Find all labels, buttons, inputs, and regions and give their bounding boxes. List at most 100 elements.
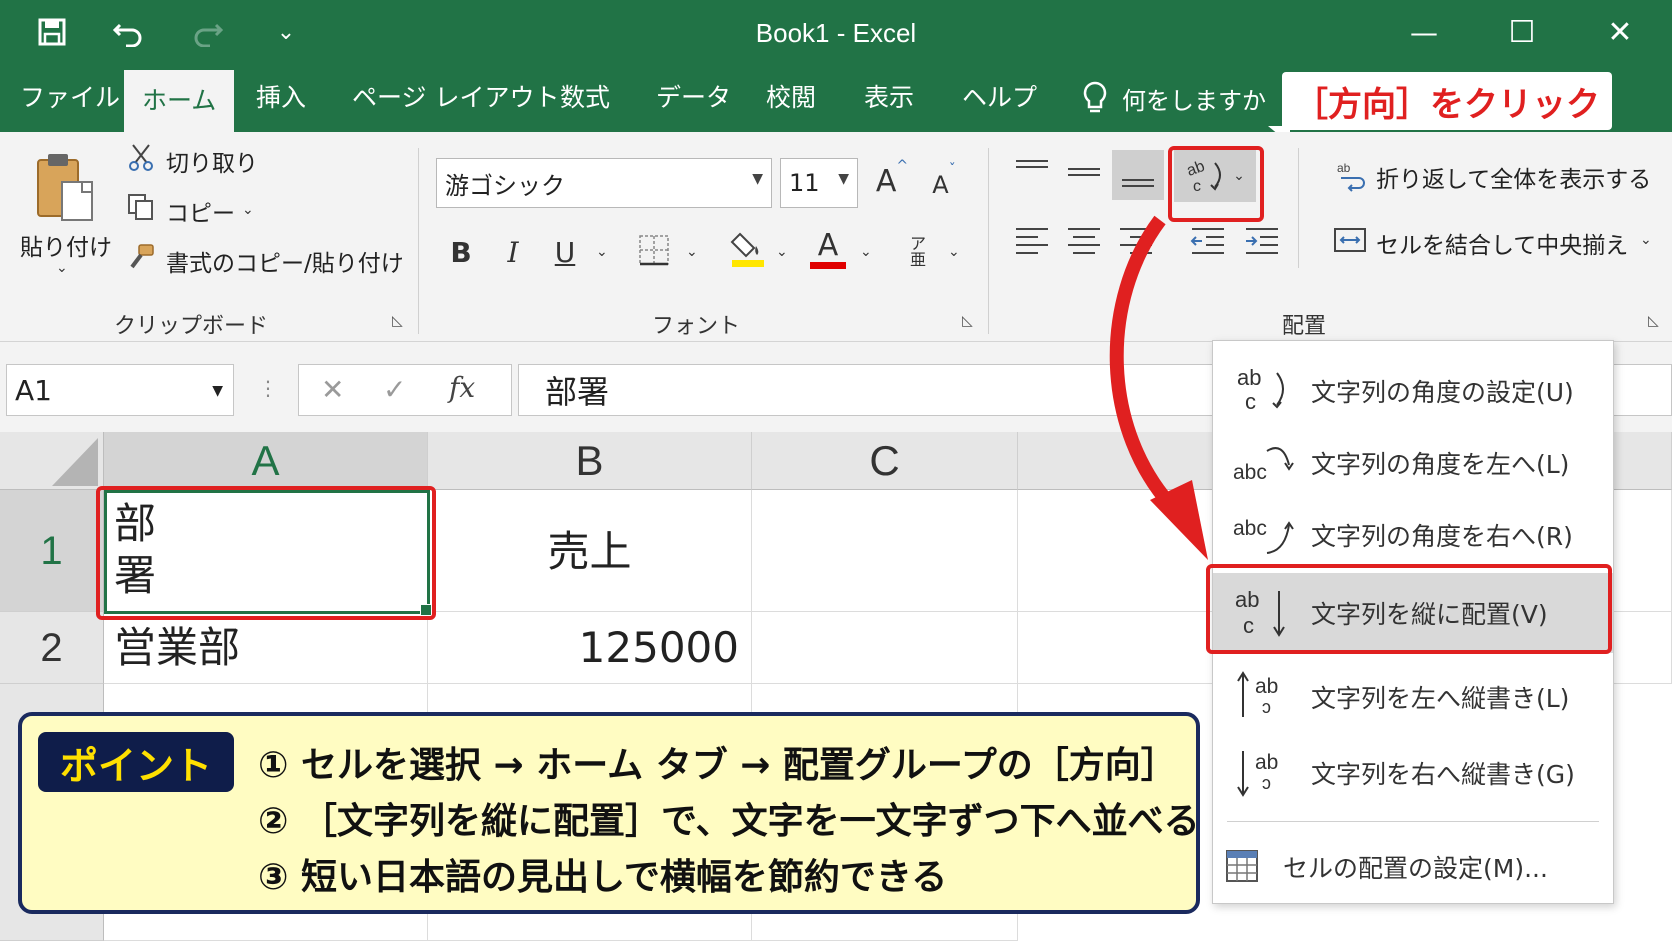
paste-dropdown-icon[interactable]: ⌄ (56, 260, 68, 276)
column-header-c[interactable]: C (752, 432, 1018, 490)
column-header-b[interactable]: B (428, 432, 752, 490)
row-header-1[interactable]: 1 (0, 490, 104, 612)
tab-home[interactable]: ホーム (124, 70, 235, 132)
fill-color-dropdown-icon[interactable]: ⌄ (776, 244, 788, 260)
tab-insert[interactable]: 挿入 (256, 78, 306, 118)
cut-icon[interactable] (126, 142, 156, 172)
name-box[interactable]: A1 ▼ (6, 364, 234, 416)
top-align-icon[interactable] (1012, 152, 1052, 192)
font-name-value: 游ゴシック (445, 171, 565, 200)
svg-text:ab: ab (1237, 365, 1261, 390)
shrink-font-button[interactable]: Aˇ (924, 162, 964, 208)
fill-color-icon[interactable] (728, 228, 768, 268)
rotate-up-icon: abc (1237, 671, 1278, 719)
font-size-combo[interactable]: 11 ▼ (780, 158, 858, 208)
middle-align-icon[interactable] (1064, 152, 1104, 192)
wrap-text-button[interactable]: 折り返して全体を表示する (1376, 160, 1651, 194)
italic-button[interactable]: I (498, 230, 528, 274)
ribbon-home: 貼り付け ⌄ 切り取り コピー ⌄ 書式のコピー/貼り付け クリップボード ◺ … (0, 132, 1672, 342)
menu-item-rotate-up[interactable]: ab c 文字列を左へ縦書き(L) (1213, 661, 1613, 733)
tab-review[interactable]: 校閲 (766, 78, 816, 118)
underline-dropdown-icon[interactable]: ⌄ (596, 244, 608, 260)
ribbon-separator (418, 148, 419, 334)
insert-function-button[interactable]: fx (449, 371, 475, 404)
cell-b2[interactable]: 125000 (428, 612, 752, 684)
row-header-2[interactable]: 2 (0, 612, 104, 684)
menu-item-angle-left[interactable]: abc 文字列の角度を左へ(L) (1213, 427, 1613, 499)
font-name-combo[interactable]: 游ゴシック ▼ (436, 158, 772, 208)
confirm-entry-icon[interactable]: ✓ (383, 373, 406, 406)
tab-formulas[interactable]: 数式 (560, 78, 610, 118)
cell-a1-highlight (96, 486, 436, 620)
format-painter-button[interactable]: 書式のコピー/貼り付け (166, 244, 404, 278)
borders-icon[interactable] (636, 232, 672, 268)
tell-me-search[interactable]: 何をしますか (1082, 78, 1266, 118)
menu-item-label: 文字列の角度を左へ(L) (1311, 450, 1570, 479)
paste-button[interactable]: 貼り付け (20, 228, 112, 262)
merge-dropdown-icon[interactable]: ⌄ (1640, 232, 1652, 248)
font-color-button[interactable]: A (810, 226, 846, 272)
point-line-3: ③ 短い日本語の見出しで横幅を節約できる (258, 857, 948, 898)
grow-font-button[interactable]: A ^ (872, 158, 912, 204)
clipboard-launcher-icon[interactable]: ◺ (392, 312, 410, 330)
paste-icon[interactable] (30, 150, 100, 226)
menu-item-label: 文字列を右へ縦書き(G) (1311, 760, 1575, 789)
bottom-align-icon[interactable] (1112, 150, 1164, 200)
cut-button[interactable]: 切り取り (166, 144, 258, 178)
merge-center-button[interactable]: セルを結合して中央揃え (1376, 226, 1628, 260)
minimize-button[interactable]: — (1402, 14, 1446, 50)
phonetic-guide-icon[interactable]: ア亜 (902, 232, 934, 272)
phonetic-dropdown-icon[interactable]: ⌄ (948, 244, 960, 260)
column-header-a[interactable]: A (104, 432, 428, 490)
angle-left-icon: abc (1233, 447, 1294, 484)
font-launcher-icon[interactable]: ◺ (962, 312, 980, 330)
font-color-dropdown-icon[interactable]: ⌄ (860, 244, 872, 260)
tab-view[interactable]: 表示 (864, 78, 914, 118)
menu-item-rotate-down[interactable]: ab c 文字列を右へ縦書き(G) (1213, 737, 1613, 809)
point-line-2: ② ［文字列を縦に配置］で、文字を一文字ずつ下へ並べる (258, 801, 1200, 842)
tab-help[interactable]: ヘルプ (962, 78, 1037, 118)
menu-item-label: 文字列を左へ縦書き(L) (1311, 684, 1570, 713)
merge-center-icon[interactable] (1332, 222, 1368, 258)
cancel-entry-icon[interactable]: ✕ (321, 373, 344, 406)
menu-item-angle-right[interactable]: abc 文字列の角度を右へ(R) (1213, 499, 1613, 571)
cell-b1[interactable]: 売上 (428, 490, 752, 612)
format-painter-icon[interactable] (126, 242, 156, 272)
copy-icon[interactable] (126, 192, 156, 222)
maximize-button[interactable]: ☐ (1500, 14, 1544, 50)
cell-a2[interactable]: 営業部 (104, 612, 428, 684)
svg-text:c: c (1262, 699, 1271, 719)
menu-separator (1227, 821, 1599, 822)
svg-text:c: c (1245, 389, 1256, 414)
cell-c2[interactable] (752, 612, 1018, 684)
ribbon-separator (1298, 148, 1299, 268)
wrap-text-icon[interactable]: ab (1334, 158, 1366, 194)
menu-item-angle-counterclockwise[interactable]: ab c 文字列の角度の設定(U) (1213, 355, 1613, 427)
bold-button[interactable]: B (446, 230, 476, 274)
underline-button[interactable]: U (550, 230, 580, 274)
alignment-launcher-icon[interactable]: ◺ (1648, 312, 1666, 330)
font-name-dropdown-icon[interactable]: ▼ (752, 171, 763, 187)
font-size-dropdown-icon[interactable]: ▼ (838, 171, 849, 187)
tab-data[interactable]: データ (656, 78, 731, 118)
callout-click-orientation: ［方向］をクリック (1282, 72, 1612, 130)
menu-item-format-cells[interactable]: セルの配置の設定(M)... (1213, 831, 1613, 903)
red-arrow (1109, 215, 1208, 560)
copy-button[interactable]: コピー (166, 194, 235, 228)
tab-file[interactable]: ファイル (20, 78, 120, 118)
name-box-value: A1 (15, 373, 52, 407)
format-cells-icon (1226, 850, 1258, 882)
formula-bar-splitter-icon[interactable]: ⋮ (258, 376, 278, 400)
font-color-swatch (810, 261, 846, 269)
svg-text:ab: ab (1255, 751, 1278, 774)
align-left-icon[interactable] (1012, 220, 1052, 264)
cell-c1[interactable] (752, 490, 1018, 612)
close-button[interactable]: ✕ (1598, 14, 1642, 50)
copy-dropdown-icon[interactable]: ⌄ (242, 202, 254, 218)
borders-dropdown-icon[interactable]: ⌄ (686, 244, 698, 260)
increase-indent-icon[interactable] (1242, 220, 1282, 264)
tab-page-layout[interactable]: ページ レイアウト (352, 78, 559, 118)
select-all-corner[interactable] (0, 432, 104, 490)
point-box: ポイント ① セルを選択 → ホーム タブ → 配置グループの［方向］ ② ［文… (18, 712, 1200, 914)
name-box-dropdown-icon[interactable]: ▼ (212, 383, 223, 399)
